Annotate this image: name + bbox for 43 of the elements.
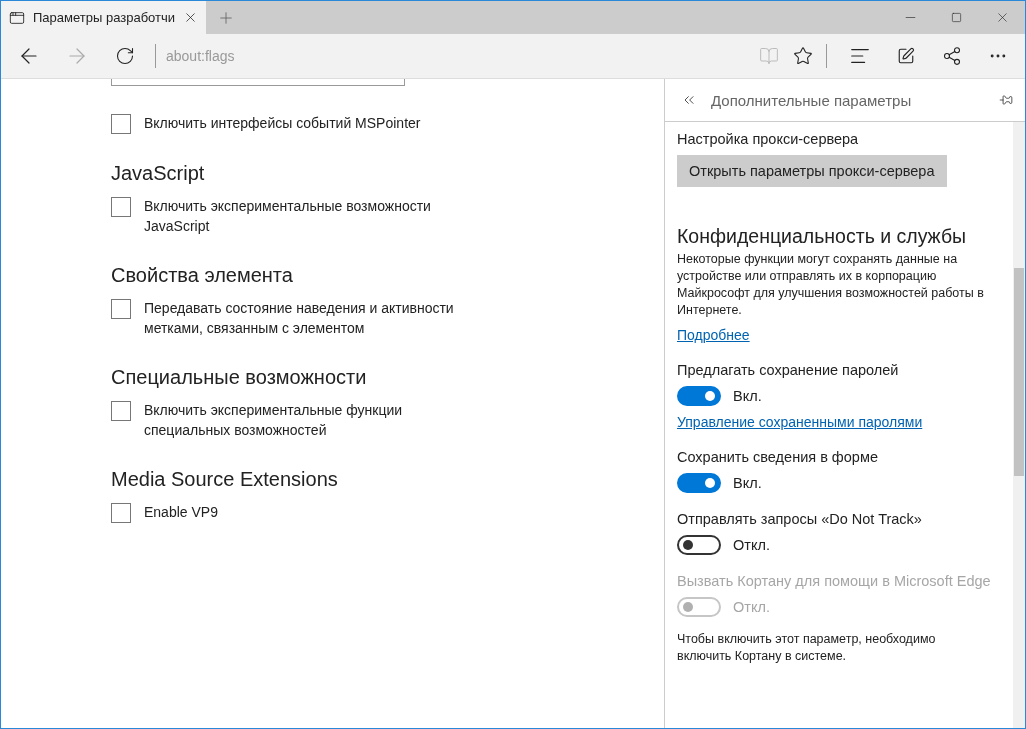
section-heading: Конфиденциальность и службы [677, 225, 968, 248]
checkbox-label: Включить экспериментальные возможности JavaScript [144, 197, 432, 236]
section-heading: Свойства элемента [111, 264, 294, 287]
checkbox-label: Включить экспериментальные функции специальных возможностей [144, 401, 404, 440]
toggle-switch[interactable] [677, 386, 721, 406]
panel-title: Дополнительные параметры [711, 91, 913, 109]
toggle-state-text: Откл. [733, 599, 770, 615]
checkbox[interactable] [111, 503, 131, 523]
toggle-switch[interactable] [677, 535, 721, 555]
setting-label: Предлагать сохранение паролей [677, 362, 900, 378]
checkbox[interactable] [111, 401, 131, 421]
maximize-icon[interactable] [950, 12, 962, 23]
toggle-state-text: Вкл. [733, 475, 762, 491]
setting-label: Настройка прокси-сервера [677, 131, 860, 147]
scrollbar-thumb[interactable] [1014, 268, 1024, 476]
section-heading: Media Source Extensions [111, 468, 339, 491]
proxy-settings-button[interactable]: Открыть параметры прокси-сервера [677, 155, 947, 187]
setting-label: Вызвать Кортану для помощи в Microsoft Edge [677, 573, 992, 589]
pin-icon[interactable] [999, 93, 1013, 107]
section-heading: Специальные возможности [111, 366, 368, 389]
toggle-switch[interactable] [677, 473, 721, 493]
settings-link[interactable]: Управление сохраненными паролями [677, 414, 923, 430]
checkbox-label: Включить интерфейсы событий MSPointer [144, 114, 422, 133]
setting-label: Сохранить сведения в форме [677, 449, 879, 465]
checkbox-label: Передавать состояние наведения и активности метками, связанным с элементом [144, 299, 455, 338]
checkbox[interactable] [111, 114, 131, 134]
checkbox[interactable] [111, 197, 131, 217]
text-field[interactable] [111, 79, 405, 86]
checkbox-label: Enable VP9 [144, 503, 219, 522]
toggle-state-text: Откл. [733, 537, 770, 553]
pen-icon[interactable] [897, 47, 915, 65]
note-text: Чтобы включить этот параметр, необходимо включить Кортану в системе. [677, 631, 937, 665]
description-text: Некоторые функции могут сохранять данные на устройстве или отправлять их в корпорацию Майкрософт для улучшения возможностей работы в Интернете. [677, 251, 985, 319]
settings-link[interactable]: Подробнее [677, 327, 750, 343]
checkbox[interactable] [111, 299, 131, 319]
browser-tab[interactable]: Параметры разработчи [1, 1, 207, 34]
section-heading: JavaScript [111, 162, 206, 185]
page-icon [9, 9, 25, 26]
share-icon[interactable] [942, 46, 962, 66]
setting-label: Отправлять запросы «Do Not Track» [677, 511, 923, 527]
refresh-icon[interactable] [115, 46, 135, 66]
star-icon[interactable] [793, 46, 813, 66]
toggle-state-text: Вкл. [733, 388, 762, 404]
